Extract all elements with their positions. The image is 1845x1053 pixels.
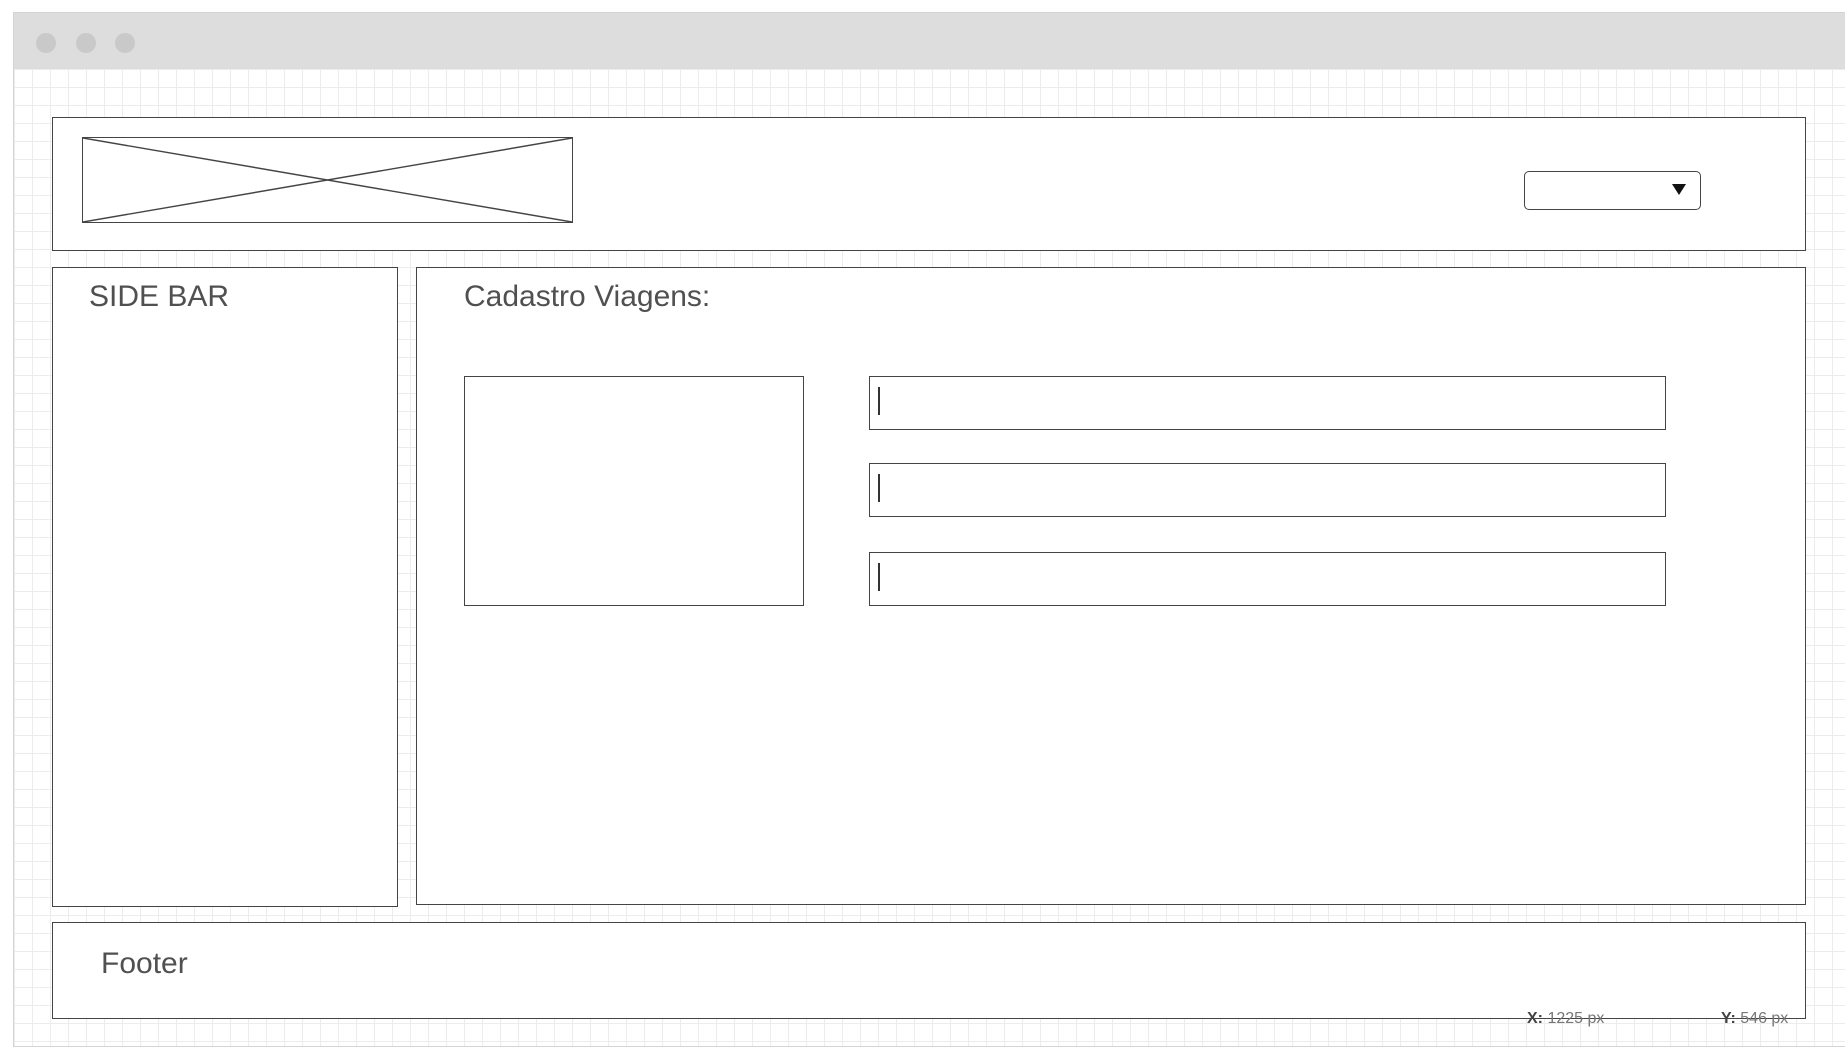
text-cursor	[878, 474, 880, 502]
y-coordinate-label: Y:	[1721, 1010, 1736, 1027]
wireframe-canvas: SIDE BAR Cadastro Viagens: Footer	[14, 69, 1845, 1046]
y-coordinate-value: 546 px	[1740, 1010, 1789, 1027]
browser-window: SIDE BAR Cadastro Viagens: Footer	[13, 12, 1845, 1047]
sidebar: SIDE BAR	[52, 267, 398, 907]
window-close-dot[interactable]	[36, 33, 56, 53]
text-field-3[interactable]	[869, 552, 1666, 606]
footer-title: Footer	[101, 947, 188, 980]
footer: Footer	[52, 922, 1806, 1019]
x-coordinate-value: 1225 px	[1547, 1010, 1605, 1027]
text-field-2[interactable]	[869, 463, 1666, 517]
header-dropdown[interactable]	[1524, 171, 1701, 210]
x-coordinate-readout: X: 1225 px	[1527, 1010, 1604, 1028]
text-cursor	[878, 563, 880, 591]
image-placeholder-icon	[83, 138, 572, 222]
page-title: Cadastro Viagens:	[464, 280, 711, 313]
sidebar-title: SIDE BAR	[89, 280, 230, 313]
x-coordinate-label: X:	[1527, 1010, 1543, 1027]
text-field-1[interactable]	[869, 376, 1666, 430]
main-content: Cadastro Viagens:	[416, 267, 1806, 905]
caret-down-icon	[1672, 184, 1686, 195]
y-coordinate-readout: Y: 546 px	[1721, 1010, 1788, 1028]
window-minimize-dot[interactable]	[76, 33, 96, 53]
window-titlebar	[14, 13, 1845, 69]
window-maximize-dot[interactable]	[115, 33, 135, 53]
header	[52, 117, 1806, 251]
image-placeholder	[464, 376, 804, 606]
text-cursor	[878, 387, 880, 415]
logo-placeholder	[82, 137, 573, 223]
